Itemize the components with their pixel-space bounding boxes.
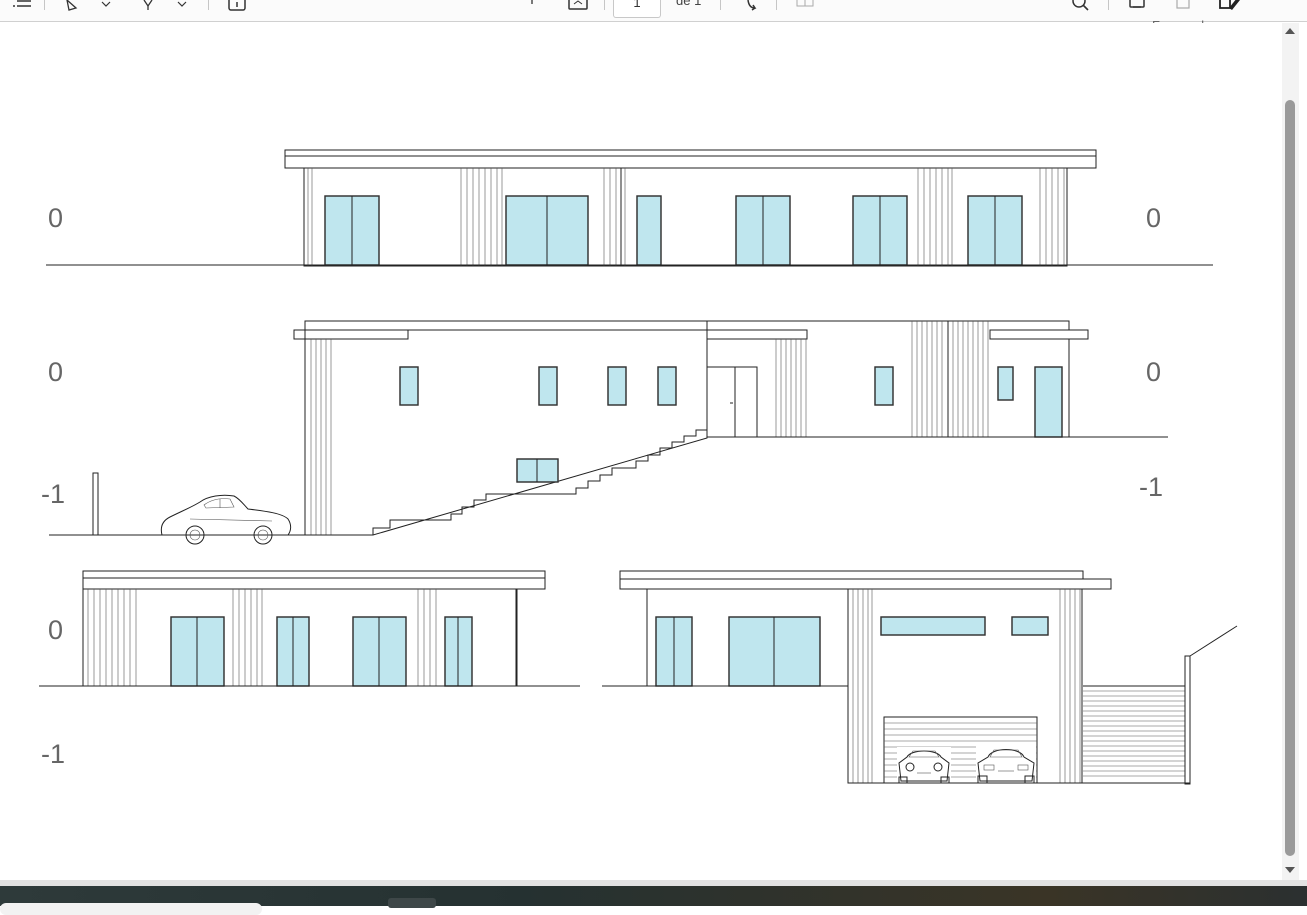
vertical-scrollbar[interactable]	[1282, 23, 1299, 880]
car-front-view	[897, 747, 951, 784]
window	[170, 616, 225, 687]
elevation-north: 0 0	[46, 149, 1213, 267]
facade-wall	[303, 167, 1068, 267]
scroll-down-arrow-icon[interactable]	[1285, 867, 1295, 873]
window	[352, 616, 407, 687]
level-label: 0	[48, 203, 63, 233]
strip-window	[1011, 616, 1049, 636]
list-icon[interactable]	[12, 0, 34, 20]
level-label: 0	[48, 357, 63, 387]
rotate-icon[interactable]	[742, 0, 764, 20]
text-box-icon[interactable]	[226, 0, 248, 20]
roof-overhang	[706, 329, 808, 340]
roof-slab	[619, 570, 1084, 580]
strip-window	[880, 616, 986, 636]
window	[852, 195, 908, 266]
level-label: -1	[1139, 472, 1163, 502]
window	[728, 616, 821, 687]
os-taskbar	[0, 886, 1307, 915]
roof-fascia	[284, 155, 1097, 169]
cladding-strip	[310, 339, 332, 535]
fit-page-icon[interactable]	[566, 0, 590, 20]
roof-slab	[304, 320, 708, 331]
car-side-view	[160, 494, 292, 545]
toolbar-separator	[720, 0, 721, 10]
window	[874, 366, 894, 406]
scrollbar-thumb[interactable]	[1285, 100, 1295, 856]
window	[607, 366, 627, 406]
elevation-south	[602, 570, 1238, 785]
draw-icon[interactable]	[62, 0, 82, 20]
edit-icon[interactable]	[1216, 0, 1242, 20]
toolbar-separator	[604, 0, 605, 10]
minus-icon[interactable]	[522, 0, 542, 20]
window	[505, 195, 589, 266]
window	[655, 616, 693, 687]
pdf-toolbar: 1 de 1	[0, 0, 1307, 22]
car-rear-view	[976, 745, 1036, 784]
two-page-icon[interactable]	[794, 0, 816, 20]
window	[399, 366, 419, 406]
glass-door	[1034, 366, 1063, 438]
exterior-stairs	[1083, 625, 1238, 785]
window	[538, 366, 558, 406]
window	[636, 195, 662, 266]
elevation-west: 0 -1	[39, 570, 580, 769]
chevron-down-icon[interactable]	[98, 0, 114, 20]
window	[276, 616, 310, 687]
roof-fascia	[82, 577, 546, 590]
page-count-label: de 1	[676, 0, 702, 8]
toolbar-separator	[44, 0, 45, 10]
roof-slab	[82, 570, 546, 579]
scroll-up-arrow-icon[interactable]	[1285, 28, 1295, 34]
level-label: 0	[1146, 203, 1161, 233]
window	[657, 366, 677, 406]
taskbar-app-button[interactable]	[388, 898, 436, 908]
chevron-down-icon[interactable]	[174, 0, 190, 20]
level-label: -1	[41, 739, 65, 769]
save-icon[interactable]	[1172, 0, 1194, 20]
level-label: 0	[48, 615, 63, 645]
toolbar-separator	[776, 0, 777, 10]
facade-drawing: 0 0 0 0 -1 -1 0 -1	[39, 149, 1238, 785]
roof-slab	[284, 149, 1097, 157]
roof-overhang	[989, 329, 1089, 340]
taskbar-search-box[interactable]	[0, 903, 262, 915]
retaining-wall	[92, 472, 99, 536]
level-label: -1	[41, 479, 65, 509]
page-number-input[interactable]: 1	[613, 0, 661, 18]
facade-wall	[304, 330, 708, 536]
roof-overhang	[293, 329, 409, 340]
window	[997, 366, 1014, 401]
window	[444, 616, 473, 687]
window	[735, 195, 791, 266]
window	[967, 195, 1023, 266]
entrance-door	[706, 366, 758, 438]
window	[324, 195, 380, 266]
toolbar-separator	[1108, 0, 1109, 10]
toolbar-separator	[208, 0, 209, 10]
window	[516, 458, 559, 483]
elevation-east: 0 0 -1 -1	[41, 320, 1168, 545]
roof-fascia	[619, 578, 1112, 590]
level-label: 0	[1146, 357, 1161, 387]
search-icon[interactable]	[1070, 0, 1092, 20]
document-viewport[interactable]: 0 0 0 0 -1 -1 0 -1	[0, 23, 1278, 880]
highlight-icon[interactable]	[138, 0, 158, 20]
print-icon[interactable]	[1126, 0, 1148, 20]
